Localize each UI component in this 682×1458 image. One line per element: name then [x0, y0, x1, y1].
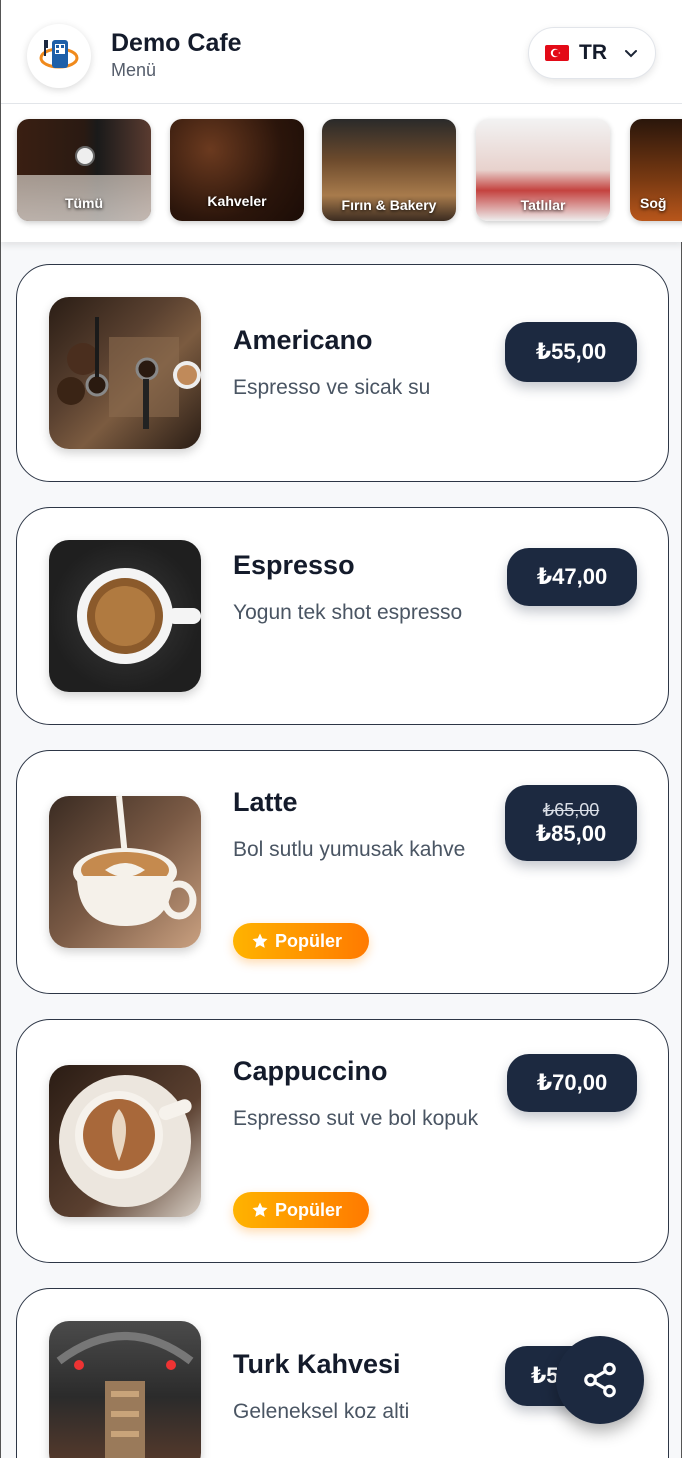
cafe-logo[interactable] — [27, 24, 91, 88]
cafe-name: Demo Cafe — [111, 29, 242, 57]
category-all[interactable]: Tümü — [17, 119, 151, 221]
price-tag: ₺47,00 — [507, 548, 637, 606]
category-label: Tümü — [64, 195, 104, 211]
turkey-flag-icon — [545, 45, 569, 61]
category-desserts[interactable]: Tatlılar — [476, 119, 610, 221]
star-icon — [252, 1202, 268, 1217]
product-image — [49, 796, 201, 948]
price-current: ₺55,00 — [535, 339, 607, 364]
price-current: ₺85,00 — [535, 820, 607, 846]
product-card-espresso[interactable]: Espresso Yogun tek shot espresso ₺47,00 — [16, 507, 669, 725]
price-current: ₺47,00 — [536, 564, 608, 589]
share-icon — [584, 1362, 616, 1398]
category-label: Kahveler — [207, 193, 267, 209]
product-name: Cappuccino — [233, 1056, 388, 1086]
product-description: Yogun tek shot espresso — [233, 601, 463, 624]
product-name: Turk Kahvesi — [233, 1349, 401, 1379]
popular-badge: Popüler — [233, 923, 369, 959]
product-name: Espresso — [233, 550, 355, 580]
product-description: Geleneksel koz alti — [233, 1400, 410, 1423]
price-tag: ₺65,00 ₺85,00 — [505, 785, 637, 861]
product-description: Espresso sut ve bol kopuk — [233, 1107, 479, 1130]
scroll-indicator[interactable] — [75, 146, 95, 166]
language-selector[interactable]: TR — [528, 27, 656, 79]
category-label: Soğ — [640, 195, 667, 211]
star-icon — [252, 933, 268, 948]
category-coffees[interactable]: Kahveler — [170, 119, 304, 221]
price-old: ₺65,00 — [542, 799, 600, 820]
chevron-down-icon — [625, 50, 637, 58]
product-description: Bol sutlu yumusak kahve — [233, 838, 466, 861]
product-card-latte[interactable]: Latte Bol sutlu yumusak kahve Popüler ₺6… — [16, 750, 669, 994]
product-image — [49, 540, 201, 692]
product-image — [49, 1321, 201, 1458]
price-current: ₺70,00 — [536, 1070, 608, 1095]
menu-qr-logo-icon — [39, 40, 79, 69]
page-subtitle: Menü — [111, 60, 157, 80]
popular-badge: Popüler — [233, 1192, 369, 1228]
category-bakery[interactable]: Fırın & Bakery — [322, 119, 456, 221]
product-name: Americano — [233, 325, 373, 355]
category-cold-drinks[interactable]: Soğ — [630, 119, 682, 221]
product-name: Latte — [233, 787, 298, 817]
language-code: TR — [579, 41, 607, 64]
category-label: Tatlılar — [520, 197, 566, 213]
price-current: ₺5 — [531, 1363, 559, 1388]
product-image — [49, 1065, 201, 1217]
share-button[interactable] — [556, 1336, 644, 1424]
price-tag: ₺70,00 — [507, 1054, 637, 1112]
badge-label: Popüler — [275, 930, 343, 951]
badge-label: Popüler — [275, 1199, 343, 1220]
product-description: Espresso ve sicak su — [233, 376, 431, 399]
price-tag: ₺55,00 — [505, 322, 637, 382]
product-card-americano[interactable]: Americano Espresso ve sicak su ₺55,00 — [16, 264, 669, 482]
product-image — [49, 297, 201, 449]
category-label: Fırın & Bakery — [341, 197, 437, 213]
category-strip: Tümü Kahveler Fırın & Bakery Tatlılar So… — [1, 104, 682, 242]
product-card-cappuccino[interactable]: Cappuccino Espresso sut ve bol kopuk Pop… — [16, 1019, 669, 1263]
app-header: Demo Cafe Menü TR — [1, 0, 682, 104]
